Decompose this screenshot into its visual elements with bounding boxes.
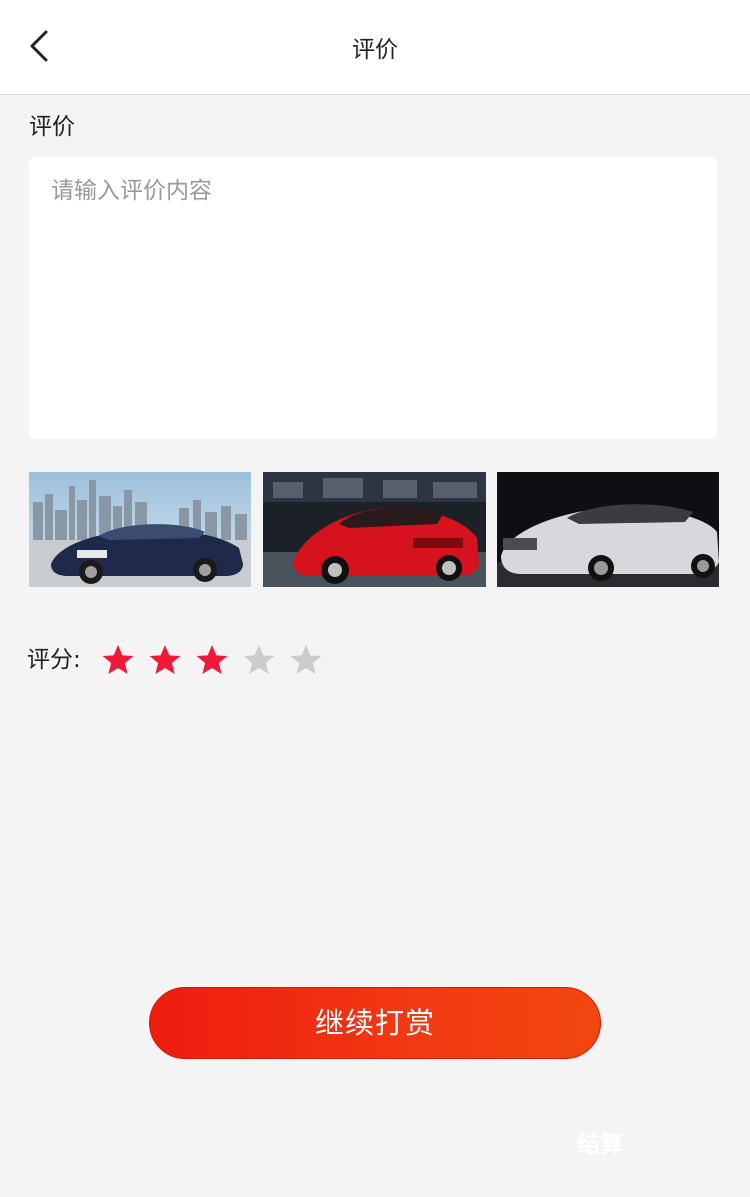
- star-2-icon[interactable]: [147, 642, 183, 678]
- review-input-box: [29, 157, 717, 439]
- navigation-bar: 评价: [0, 0, 750, 95]
- rating-label: 评分:: [27, 647, 81, 673]
- photo-dark-blue-car[interactable]: [29, 472, 251, 587]
- photo-red-car[interactable]: [263, 472, 486, 587]
- review-section-label: 评价: [29, 114, 75, 140]
- settle-button[interactable]: 结算: [577, 1127, 623, 1163]
- continue-reward-button[interactable]: 继续打赏: [149, 987, 601, 1059]
- star-3-icon[interactable]: [194, 642, 230, 678]
- review-page: 评价 评价 请输入评价内容 评分: 继续打赏 结算: [0, 0, 750, 1197]
- star-1-icon[interactable]: [100, 642, 136, 678]
- star-5-icon[interactable]: [288, 642, 324, 678]
- photo-silver-car[interactable]: [497, 472, 719, 587]
- star-4-icon[interactable]: [241, 642, 277, 678]
- page-title: 评价: [352, 37, 398, 63]
- review-content-input[interactable]: [29, 157, 717, 439]
